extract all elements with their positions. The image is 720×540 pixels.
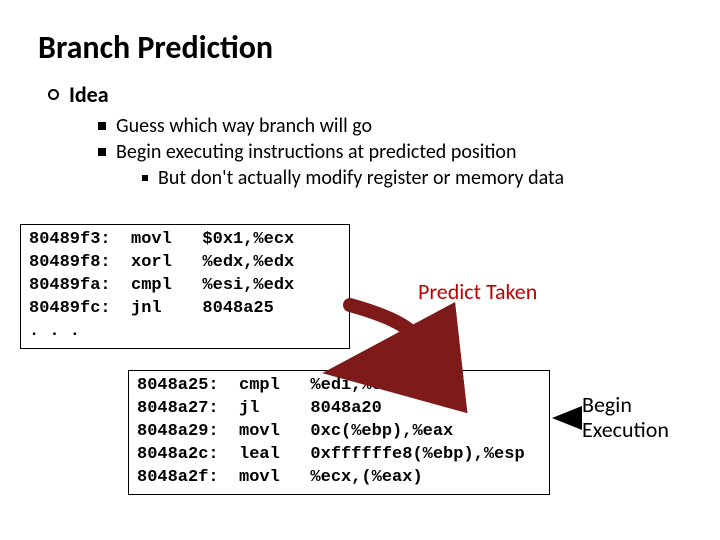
square-bullet-icon: [98, 148, 106, 156]
square-bullet-icon: [98, 122, 106, 130]
code-block-1: 80489f3: movl $0x1,%ecx 80489f8: xorl %e…: [20, 224, 350, 349]
sub-bullet-item: But don't actually modify register or me…: [142, 166, 720, 190]
bullet-text: Begin executing instructions at predicte…: [116, 140, 517, 164]
begin-line-1: Begin: [582, 392, 669, 417]
slide-title: Branch Prediction: [38, 28, 720, 67]
hollow-circle-bullet-icon: [48, 89, 59, 100]
bullet-text: Guess which way branch will go: [116, 114, 372, 138]
predict-arrow-icon: [350, 305, 418, 370]
small-square-bullet-icon: [142, 175, 148, 181]
bullet-text: But don't actually modify register or me…: [158, 166, 564, 190]
code-block-2: 8048a25: cmpl %edi,%edx 8048a27: jl 8048…: [128, 370, 550, 495]
idea-label: Idea: [69, 81, 109, 108]
bullet-item: Guess which way branch will go: [98, 114, 720, 138]
idea-heading: Idea: [48, 81, 720, 108]
predict-taken-label: Predict Taken: [418, 278, 537, 305]
bullet-list: Guess which way branch will go Begin exe…: [98, 114, 720, 190]
bullet-item: Begin executing instructions at predicte…: [98, 140, 720, 164]
begin-execution-label: Begin Execution: [582, 392, 669, 443]
begin-line-2: Execution: [582, 417, 669, 442]
